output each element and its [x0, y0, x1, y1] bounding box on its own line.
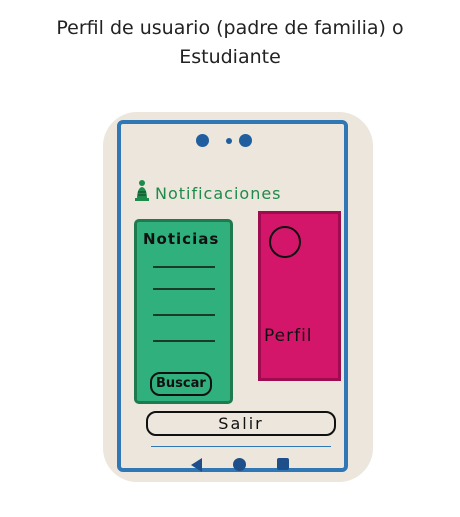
profile-label: Perfil — [264, 326, 313, 346]
search-button[interactable]: Buscar — [150, 372, 212, 396]
nav-home-icon[interactable] — [233, 458, 246, 471]
sketch-photo: Notificaciones Noticias Buscar Perfil Sa… — [103, 112, 373, 482]
news-item-line[interactable] — [153, 340, 215, 342]
caption-line-2: Estudiante — [179, 46, 281, 68]
news-title: Noticias — [143, 230, 220, 248]
news-item-line[interactable] — [153, 314, 215, 316]
caption-line-1: Perfil de usuario (padre de familia) o — [56, 17, 404, 39]
nav-back-icon[interactable] — [191, 458, 202, 472]
nav-recent-icon[interactable] — [277, 458, 289, 470]
avatar-circle-icon — [269, 226, 301, 258]
news-panel[interactable]: Noticias Buscar — [134, 219, 233, 404]
sensor-dot-icon — [226, 138, 232, 144]
nav-divider — [151, 446, 331, 447]
news-item-line[interactable] — [153, 266, 215, 268]
camera-dot-icon — [239, 134, 252, 147]
notifications-link[interactable]: Notificaciones — [155, 184, 282, 203]
page-caption: Perfil de usuario (padre de familia) o E… — [10, 14, 450, 72]
logout-button[interactable]: Salir — [146, 411, 336, 436]
news-item-line[interactable] — [153, 288, 215, 290]
bell-icon[interactable] — [134, 179, 150, 203]
profile-panel[interactable]: Perfil — [258, 211, 341, 381]
camera-dot-icon — [196, 134, 209, 147]
phone-frame: Notificaciones Noticias Buscar Perfil Sa… — [117, 120, 348, 472]
